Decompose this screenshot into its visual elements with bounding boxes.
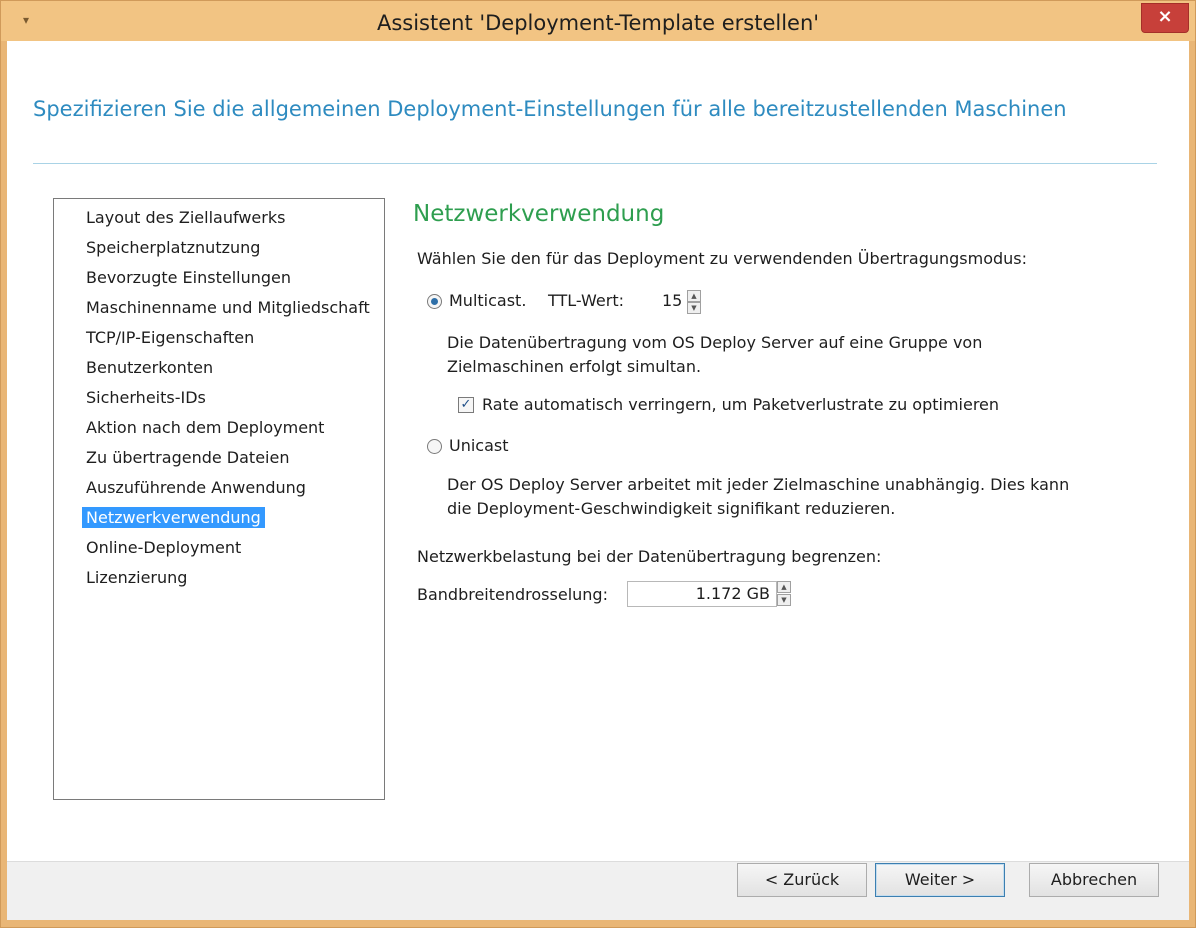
step-item-licensing[interactable]: Lizenzierung [82, 567, 191, 588]
step-item-security-ids[interactable]: Sicherheits-IDs [82, 387, 210, 408]
wizard-client-area: Spezifizieren Sie die allgemeinen Deploy… [7, 41, 1189, 920]
step-item-network-usage[interactable]: Netzwerkverwendung [82, 507, 265, 528]
step-item-files[interactable]: Zu übertragende Dateien [82, 447, 293, 468]
mode-prompt: Wählen Sie den für das Deployment zu ver… [417, 249, 1028, 268]
wizard-window: ▾ Assistent 'Deployment-Template erstell… [0, 0, 1196, 928]
window-title: Assistent 'Deployment-Template erstellen… [376, 11, 820, 35]
page-heading: Spezifizieren Sie die allgemeinen Deploy… [33, 97, 1067, 121]
ttl-value[interactable]: 15 [662, 291, 682, 310]
multicast-description-line1: Die Datenübertragung vom OS Deploy Serve… [447, 333, 983, 352]
unicast-radio[interactable] [427, 439, 442, 454]
step-item-storage[interactable]: Speicherplatznutzung [82, 237, 264, 258]
step-item-tcpip[interactable]: TCP/IP-Eigenschaften [82, 327, 258, 348]
multicast-label[interactable]: Multicast. [449, 291, 526, 310]
rate-reduce-checkbox[interactable]: ✓ [458, 397, 474, 413]
multicast-description-line2: Zielmaschinen erfolgt simultan. [447, 357, 702, 376]
cancel-button[interactable]: Abbrechen [1029, 863, 1159, 897]
unicast-label[interactable]: Unicast [449, 436, 509, 455]
step-item-machine-name[interactable]: Maschinenname und Mitgliedschaft [82, 297, 374, 318]
title-bar[interactable]: ▾ Assistent 'Deployment-Template erstell… [1, 1, 1195, 41]
next-button[interactable]: Weiter > [875, 863, 1005, 897]
rate-reduce-label[interactable]: Rate automatisch verringern, um Paketver… [482, 395, 999, 414]
multicast-radio[interactable] [427, 294, 442, 309]
heading-divider [33, 163, 1157, 164]
step-item-post-action[interactable]: Aktion nach dem Deployment [82, 417, 328, 438]
step-item-preferred-settings[interactable]: Bevorzugte Einstellungen [82, 267, 295, 288]
button-bar [7, 861, 1189, 920]
unicast-description-line2: die Deployment-Geschwindigkeit signifika… [447, 499, 896, 518]
bandwidth-input[interactable]: 1.172 GB [627, 581, 777, 607]
bandwidth-label: Bandbreitendrosselung: [417, 585, 608, 604]
close-button[interactable]: × [1141, 3, 1189, 33]
step-item-user-accounts[interactable]: Benutzerkonten [82, 357, 217, 378]
ttl-spin-down-button[interactable]: ▼ [687, 302, 701, 314]
back-button[interactable]: < Zurück [737, 863, 867, 897]
step-item-layout[interactable]: Layout des Ziellaufwerks [82, 207, 289, 228]
ttl-label: TTL-Wert: [548, 291, 624, 310]
bandwidth-spin-down-button[interactable]: ▼ [777, 594, 791, 606]
bandwidth-spin-up-button[interactable]: ▲ [777, 581, 791, 593]
section-title: Netzwerkverwendung [413, 201, 665, 227]
step-item-application[interactable]: Auszuführende Anwendung [82, 477, 310, 498]
ttl-spin-up-button[interactable]: ▲ [687, 290, 701, 302]
unicast-description-line1: Der OS Deploy Server arbeitet mit jeder … [447, 475, 1070, 494]
network-limit-label: Netzwerkbelastung bei der Datenübertragu… [417, 547, 882, 566]
step-item-online-deployment[interactable]: Online-Deployment [82, 537, 245, 558]
step-list: Layout des Ziellaufwerks Speicherplatznu… [53, 198, 385, 800]
